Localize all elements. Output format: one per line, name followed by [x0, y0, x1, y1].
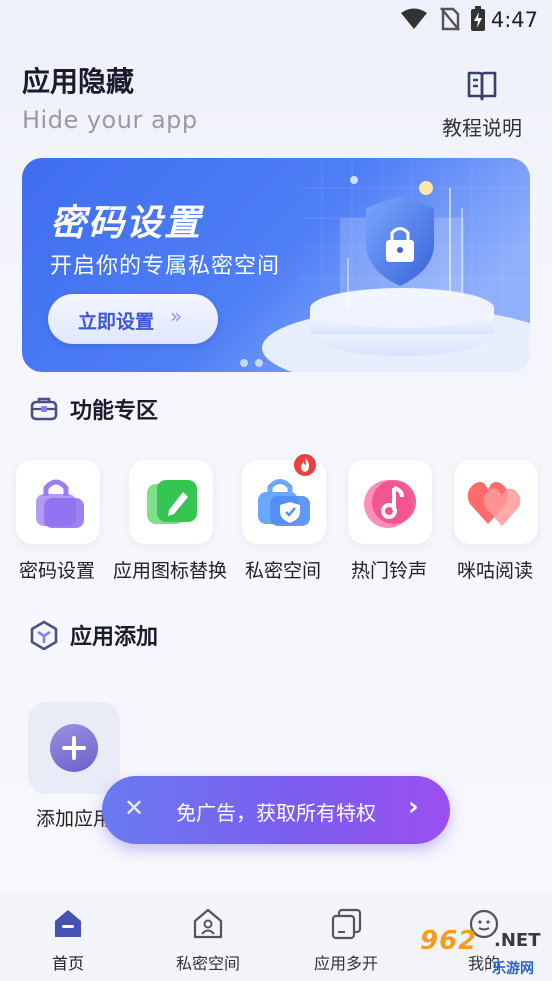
- feature-label: 密码设置: [18, 560, 95, 582]
- feature-private-space[interactable]: 私密空间: [228, 452, 338, 592]
- feature-icon-replace[interactable]: 应用图标替换: [113, 452, 227, 592]
- lock-icon: [36, 479, 84, 528]
- close-icon[interactable]: ✕: [124, 794, 144, 822]
- carousel-dot: [255, 359, 263, 367]
- tutorial-button[interactable]: 教程说明: [432, 66, 532, 142]
- feature-tile: [16, 460, 100, 544]
- promo-text: 免广告，获取所有特权: [176, 801, 376, 825]
- setup-now-button[interactable]: 立即设置 »: [48, 294, 218, 344]
- tab-label: 私密空间: [175, 954, 240, 973]
- feature-tile: [348, 460, 432, 544]
- page-subtitle: Hide your app: [22, 106, 198, 134]
- promo-banner[interactable]: 密码设置 开启你的专属私密空间 立即设置 »: [22, 158, 530, 372]
- private-home-icon: [193, 908, 223, 939]
- setup-now-label: 立即设置: [78, 311, 155, 333]
- no-sim-icon: [440, 7, 460, 31]
- book-icon: [467, 71, 497, 101]
- tab-label: 首页: [51, 954, 84, 973]
- feature-label: 咪咕阅读: [456, 560, 533, 582]
- ad-free-promo-bar[interactable]: ✕ 免广告，获取所有特权 ›: [102, 776, 450, 844]
- heart-icon: [467, 482, 521, 526]
- chevron-right-icon[interactable]: ›: [408, 792, 419, 822]
- double-chevron-icon: »: [170, 304, 183, 328]
- tab-home[interactable]: 首页: [8, 894, 128, 981]
- carousel-indicator: [240, 352, 270, 371]
- wifi-icon: [401, 8, 427, 29]
- hot-fire-icon: [292, 452, 318, 478]
- add-app-button[interactable]: [28, 702, 120, 794]
- banner-title: 密码设置: [50, 203, 203, 244]
- carousel-dot: [240, 359, 248, 367]
- watermark-site: 乐游网: [492, 961, 534, 977]
- site-watermark: 962 .NET 乐游网: [414, 918, 548, 977]
- feature-ringtones[interactable]: 热门铃声: [334, 452, 444, 592]
- features-grid: 密码设置 应用图标替换 私密空间 热门铃声 咪咕阅读: [0, 452, 552, 592]
- toolbox-icon: [30, 397, 58, 421]
- battery-charging-icon: [471, 6, 485, 31]
- feature-tile: [129, 460, 213, 544]
- home-icon: [55, 910, 81, 937]
- multi-open-icon: [331, 908, 362, 940]
- tutorial-label: 教程说明: [442, 116, 522, 140]
- feature-password-settings[interactable]: 密码设置: [2, 452, 112, 592]
- feature-migu-reading[interactable]: 咪咕阅读: [440, 452, 550, 592]
- feature-label: 应用图标替换: [112, 560, 227, 582]
- edit-icon: [147, 480, 197, 524]
- plus-icon: [50, 724, 98, 772]
- music-note-icon: [364, 480, 416, 528]
- tab-label: 应用多开: [313, 954, 378, 973]
- apps-section-title: 应用添加: [70, 625, 159, 650]
- tab-multi-open[interactable]: 应用多开: [286, 894, 406, 981]
- status-bar: 4:47: [0, 0, 552, 40]
- watermark-net: .NET: [494, 930, 541, 951]
- page-title: 应用隐藏: [22, 65, 135, 98]
- feature-tile: [454, 460, 538, 544]
- shield-bag-icon: [258, 479, 310, 526]
- tab-private-space[interactable]: 私密空间: [148, 894, 268, 981]
- banner-subtitle: 开启你的专属私密空间: [50, 254, 281, 279]
- watermark-brand: 962: [420, 926, 478, 956]
- cube-icon: [30, 620, 58, 650]
- add-app-label: 添加应用: [36, 808, 113, 830]
- status-time: 4:47: [490, 8, 538, 32]
- features-section-title: 功能专区: [70, 399, 159, 424]
